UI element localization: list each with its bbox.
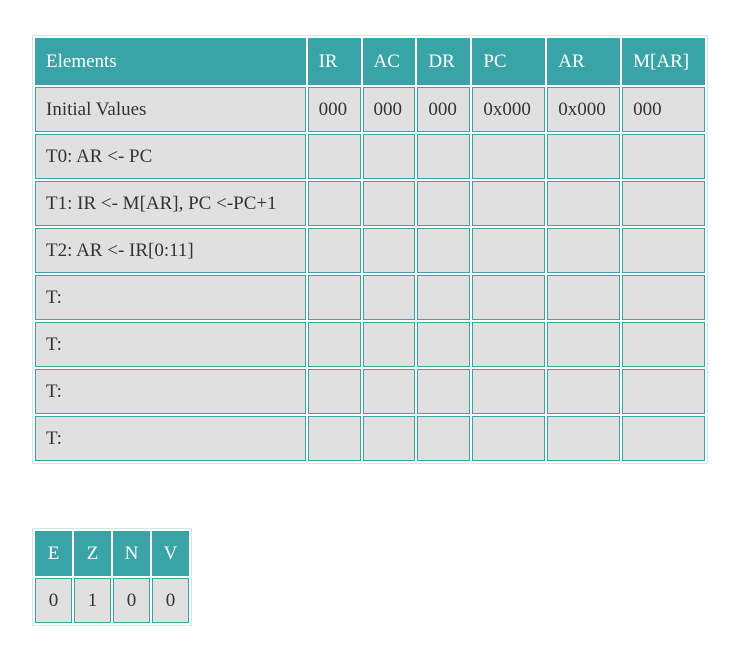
row-label: T: <box>35 416 306 461</box>
table-row: T: <box>35 322 705 367</box>
cell-ac[interactable] <box>362 322 416 367</box>
cell-m-ar[interactable] <box>622 275 705 320</box>
flag-value-z[interactable]: 1 <box>74 578 111 623</box>
table-row: T2: AR <- IR[0:11] <box>35 228 705 273</box>
header-m-ar: M[AR] <box>622 38 705 85</box>
cell-pc[interactable] <box>472 275 546 320</box>
flag-value-v[interactable]: 0 <box>152 578 189 623</box>
cell-pc[interactable] <box>472 181 546 226</box>
header-elements: Elements <box>35 38 306 85</box>
cell-ac[interactable] <box>362 134 416 179</box>
cell-dr[interactable] <box>417 134 471 179</box>
row-label: T: <box>35 275 306 320</box>
flags-header-row: E Z N V <box>35 531 189 576</box>
table-row: T: <box>35 416 705 461</box>
cell-dr[interactable] <box>417 322 471 367</box>
cell-ar[interactable] <box>547 275 621 320</box>
cell-ir[interactable] <box>307 369 361 414</box>
cell-ar[interactable] <box>547 322 621 367</box>
cell-ar[interactable] <box>547 369 621 414</box>
cell-ir[interactable] <box>307 134 361 179</box>
header-pc: PC <box>472 38 546 85</box>
cell-ac[interactable] <box>362 228 416 273</box>
flags-value-row: 0 1 0 0 <box>35 578 189 623</box>
row-label: T: <box>35 369 306 414</box>
register-transfer-table: Elements IR AC DR PC AR M[AR] Initial Va… <box>32 35 708 464</box>
cell-ac[interactable]: 000 <box>362 87 416 132</box>
cell-m-ar[interactable]: 000 <box>622 87 705 132</box>
table-row: T1: IR <- M[AR], PC <-PC+1 <box>35 181 705 226</box>
table-row: Initial Values 000 000 000 0x000 0x000 000 <box>35 87 705 132</box>
cell-pc[interactable] <box>472 416 546 461</box>
row-label: T2: AR <- IR[0:11] <box>35 228 306 273</box>
flag-value-n[interactable]: 0 <box>113 578 150 623</box>
header-ac: AC <box>362 38 416 85</box>
cell-dr[interactable] <box>417 369 471 414</box>
table-row: T0: AR <- PC <box>35 134 705 179</box>
cell-pc[interactable] <box>472 134 546 179</box>
flag-header-z: Z <box>74 531 111 576</box>
cell-ac[interactable] <box>362 369 416 414</box>
row-label: Initial Values <box>35 87 306 132</box>
cell-ir[interactable] <box>307 181 361 226</box>
cell-ar[interactable] <box>547 134 621 179</box>
cell-pc[interactable] <box>472 322 546 367</box>
cell-pc[interactable] <box>472 228 546 273</box>
page: Elements IR AC DR PC AR M[AR] Initial Va… <box>0 0 730 656</box>
cell-dr[interactable] <box>417 416 471 461</box>
cell-dr[interactable] <box>417 181 471 226</box>
row-label: T1: IR <- M[AR], PC <-PC+1 <box>35 181 306 226</box>
table-row: T: <box>35 275 705 320</box>
cell-m-ar[interactable] <box>622 322 705 367</box>
cell-ir[interactable]: 000 <box>307 87 361 132</box>
cell-ar[interactable] <box>547 181 621 226</box>
flag-header-e: E <box>35 531 72 576</box>
table-row: T: <box>35 369 705 414</box>
cell-ar[interactable] <box>547 228 621 273</box>
cell-ac[interactable] <box>362 416 416 461</box>
cell-m-ar[interactable] <box>622 134 705 179</box>
flag-header-v: V <box>152 531 189 576</box>
cell-ar[interactable]: 0x000 <box>547 87 621 132</box>
cell-pc[interactable] <box>472 369 546 414</box>
cell-m-ar[interactable] <box>622 416 705 461</box>
flag-header-n: N <box>113 531 150 576</box>
cell-dr[interactable] <box>417 275 471 320</box>
cell-dr[interactable]: 000 <box>417 87 471 132</box>
cell-ir[interactable] <box>307 228 361 273</box>
cell-dr[interactable] <box>417 228 471 273</box>
cell-ac[interactable] <box>362 181 416 226</box>
row-label: T: <box>35 322 306 367</box>
flag-value-e[interactable]: 0 <box>35 578 72 623</box>
cell-ir[interactable] <box>307 275 361 320</box>
header-ir: IR <box>307 38 361 85</box>
cell-m-ar[interactable] <box>622 228 705 273</box>
header-ar: AR <box>547 38 621 85</box>
cell-ac[interactable] <box>362 275 416 320</box>
cell-ir[interactable] <box>307 416 361 461</box>
header-dr: DR <box>417 38 471 85</box>
cell-ar[interactable] <box>547 416 621 461</box>
cell-m-ar[interactable] <box>622 369 705 414</box>
cell-m-ar[interactable] <box>622 181 705 226</box>
cell-pc[interactable]: 0x000 <box>472 87 546 132</box>
flags-table: E Z N V 0 1 0 0 <box>32 528 192 626</box>
cell-ir[interactable] <box>307 322 361 367</box>
row-label: T0: AR <- PC <box>35 134 306 179</box>
header-row: Elements IR AC DR PC AR M[AR] <box>35 38 705 85</box>
